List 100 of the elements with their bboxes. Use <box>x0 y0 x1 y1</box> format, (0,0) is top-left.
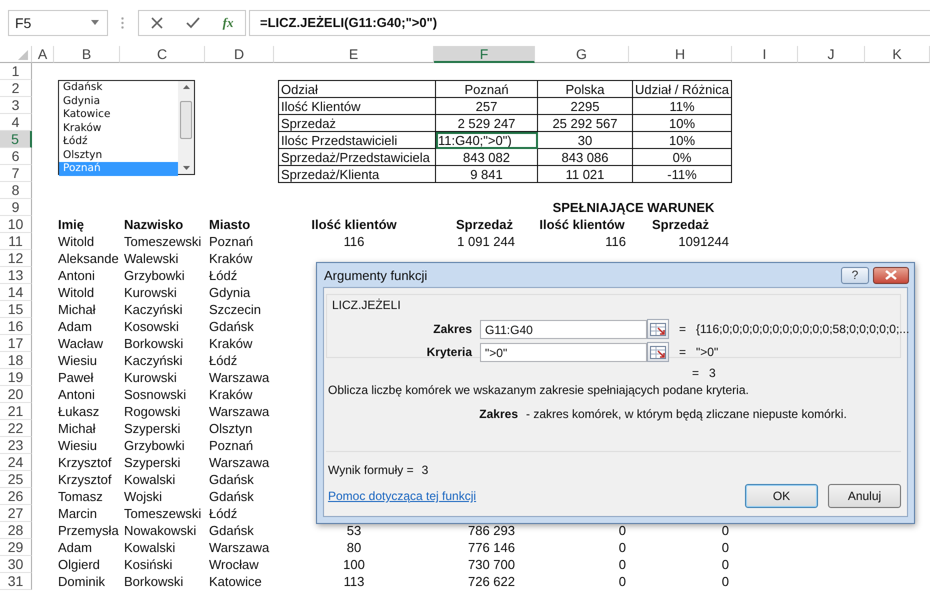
table-cell-text: Kaczyński <box>123 352 184 369</box>
table-cell-text: 113 <box>342 573 366 590</box>
table-cell-text: Przemysła <box>57 522 120 539</box>
row-header[interactable]: 16 <box>0 318 32 335</box>
table-cell-text: Gdańsk <box>208 318 255 335</box>
column-header[interactable]: F <box>434 46 535 63</box>
table-cell: 843 082 <box>436 148 538 166</box>
column-header[interactable]: I <box>732 46 798 63</box>
list-item[interactable]: Kraków <box>59 122 178 135</box>
name-box[interactable]: F5 <box>8 10 108 36</box>
scroll-up-icon[interactable] <box>182 85 190 89</box>
row-header[interactable]: 2 <box>0 80 32 97</box>
dialog-button[interactable]: OK <box>745 484 818 508</box>
table-cell-text: Poznań <box>208 233 254 250</box>
formula-field[interactable]: =LICZ.JEŻELI(G11:G40;">0") <box>249 10 930 36</box>
column-heading: Ilość klientów <box>310 216 398 233</box>
table-cell-text: 116 <box>604 233 627 250</box>
table-cell-text: Kowalski <box>123 471 176 488</box>
table-cell-text: 80 <box>346 539 362 556</box>
table-cell-text: Witold <box>57 284 96 301</box>
list-item[interactable]: Gdańsk <box>59 81 178 94</box>
table-cell-text: Walewski <box>123 250 180 267</box>
row-header[interactable]: 14 <box>0 284 32 301</box>
row-header[interactable]: 3 <box>0 97 32 114</box>
scroll-thumb[interactable] <box>180 100 192 138</box>
table-cell-text: Witold <box>57 233 96 250</box>
table-cell-text: Wacław <box>57 335 104 352</box>
row-header[interactable]: 24 <box>0 454 32 471</box>
table-cell-text: Warszawa <box>208 403 270 420</box>
range-select-button[interactable] <box>647 342 669 362</box>
list-item[interactable]: Łódź <box>59 135 178 148</box>
row-header[interactable]: 19 <box>0 369 32 386</box>
insert-function-button[interactable]: fx <box>222 14 234 30</box>
row-header[interactable]: 21 <box>0 403 32 420</box>
row-header[interactable]: 25 <box>0 471 32 488</box>
row-header[interactable]: 9 <box>0 199 32 216</box>
list-item[interactable]: Gdynia <box>59 94 178 108</box>
column-header[interactable]: A <box>32 46 54 63</box>
table-cell: Ilośc Przedstawicieli <box>278 132 436 148</box>
row-header[interactable]: 13 <box>0 267 32 284</box>
cancel-icon[interactable] <box>150 16 163 28</box>
table-cell: 30 <box>538 132 632 148</box>
row-header[interactable]: 17 <box>0 335 32 352</box>
help-button[interactable]: ? <box>841 266 869 284</box>
argument-label: Zakres <box>432 322 473 336</box>
row-header[interactable]: 7 <box>0 165 32 182</box>
row-header[interactable]: 23 <box>0 437 32 454</box>
row-header[interactable]: 26 <box>0 488 32 505</box>
scrollbar[interactable] <box>178 81 194 174</box>
row-header[interactable]: 10 <box>0 216 32 233</box>
table-cell-text: Olgierd <box>57 556 101 573</box>
row-header[interactable]: 8 <box>0 182 32 199</box>
table-cell-text: Michał <box>57 420 97 437</box>
column-header[interactable]: G <box>535 46 629 63</box>
table-cell: 9 841 <box>436 166 538 182</box>
table-cell: 2 529 247 <box>436 114 538 132</box>
close-button[interactable] <box>873 266 909 284</box>
column-header[interactable]: E <box>274 46 434 63</box>
column-header[interactable]: C <box>120 46 205 63</box>
row-header[interactable]: 29 <box>0 539 32 556</box>
column-header[interactable]: D <box>205 46 274 63</box>
table-cell-text: Szyperski <box>123 420 182 437</box>
row-header[interactable]: 18 <box>0 352 32 369</box>
list-item[interactable]: Olsztyn <box>59 148 178 162</box>
column-heading: Miasto <box>208 216 252 233</box>
row-header[interactable]: 15 <box>0 301 32 318</box>
row-header[interactable]: 27 <box>0 505 32 522</box>
row-header[interactable]: 12 <box>0 250 32 267</box>
row-header[interactable]: 31 <box>0 573 32 590</box>
argument-field[interactable]: ">0" <box>480 342 647 362</box>
column-header[interactable]: B <box>54 46 120 63</box>
help-link[interactable]: Pomoc dotycząca tej funkcji <box>328 489 476 503</box>
table-cell: 843 086 <box>538 148 632 166</box>
range-select-button[interactable] <box>647 319 669 339</box>
table-cell: Polska <box>538 80 632 98</box>
table-cell-text: Kraków <box>208 250 254 267</box>
table-cell-text: Katowice <box>208 573 263 590</box>
column-header[interactable]: J <box>798 46 865 63</box>
drag-handle-icon[interactable] <box>121 16 124 28</box>
argument-field[interactable]: G11:G40 <box>480 320 647 338</box>
table-cell-text: Łukasz <box>57 403 100 420</box>
row-header[interactable]: 1 <box>0 63 32 80</box>
column-header[interactable]: K <box>865 46 930 63</box>
list-item[interactable]: Katowice <box>59 108 178 122</box>
row-header[interactable]: 5 <box>0 131 32 148</box>
row-header[interactable]: 20 <box>0 386 32 403</box>
checkmark-icon[interactable] <box>186 16 200 28</box>
row-header[interactable]: 6 <box>0 148 32 165</box>
row-header[interactable]: 22 <box>0 420 32 437</box>
table-cell-text: 726 622 <box>467 573 516 590</box>
row-header[interactable]: 28 <box>0 522 32 539</box>
row-header[interactable]: 30 <box>0 556 32 573</box>
table-cell-text: Warszawa <box>208 454 270 471</box>
table-cell: Odział <box>278 80 436 98</box>
row-header[interactable]: 11 <box>0 233 32 250</box>
city-list-box[interactable]: Gdańsk Gdynia Katowice Kraków Łódź Olsztyn Poznań <box>58 80 195 175</box>
column-header[interactable]: H <box>629 46 732 63</box>
table-cell-text: Łódź <box>208 505 238 522</box>
dialog-button[interactable]: Anuluj <box>828 484 901 508</box>
scroll-down-icon[interactable] <box>182 166 190 170</box>
